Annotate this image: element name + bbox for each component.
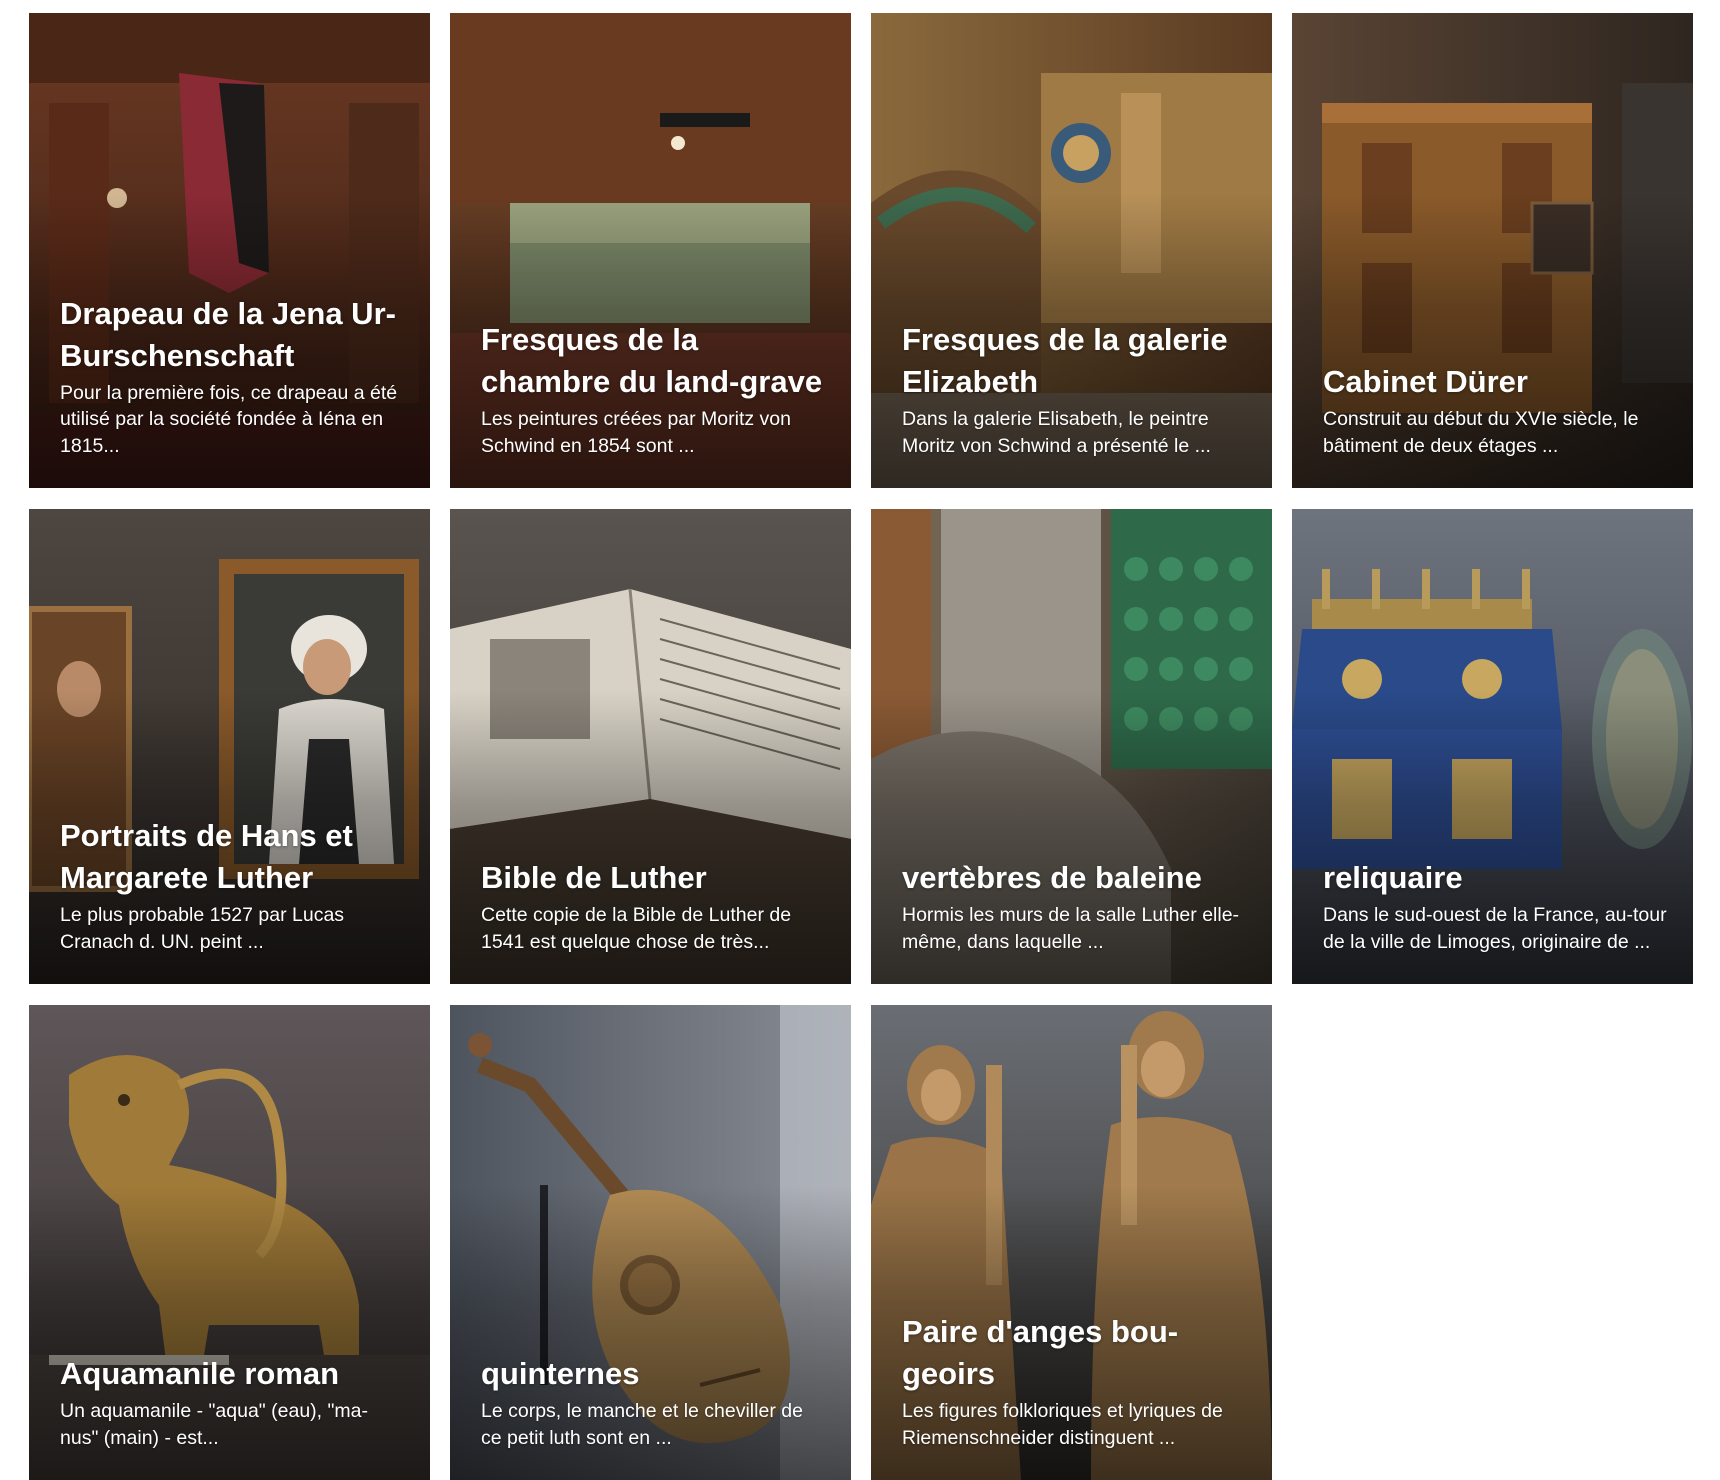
card-text: reliquaire Dans le sud-ouest de la Franc… [1323, 857, 1669, 955]
card-title: reliquaire [1323, 860, 1463, 895]
card-title: vertèbres de baleine [902, 860, 1202, 895]
collection-card[interactable]: reliquaire Dans le sud-ouest de la Franc… [1292, 509, 1693, 984]
card-text: Cabinet Dürer Construit au début du XVIe… [1323, 361, 1669, 459]
collection-card[interactable]: Aquamanile roman Un aquamanile - "aqua" … [29, 1005, 430, 1480]
card-title: Fresques de la chambre du land-grave [481, 322, 823, 399]
card-text: Bible de Luther Cette copie de la Bible … [481, 857, 827, 955]
card-excerpt: Cette copie de la Bible de Luther de 154… [481, 904, 792, 953]
card-excerpt: Le corps, le manche et le cheviller de c… [481, 1400, 803, 1449]
card-excerpt: Dans le sud-ouest de la France, au-tour … [1323, 904, 1667, 953]
card-excerpt: Les figures folkloriques et lyriques de … [902, 1400, 1223, 1449]
card-text: Aquamanile roman Un aquamanile - "aqua" … [60, 1353, 406, 1451]
collection-card[interactable]: Fresques de la galerie Elizabeth Dans la… [871, 13, 1272, 488]
collection-grid: Drapeau de la Jena Ur-Burschenschaft Pou… [29, 13, 1693, 1480]
card-text: quinternes Le corps, le manche et le che… [481, 1353, 827, 1451]
collection-card[interactable]: Paire d'anges bou-geoirs Les figures fol… [871, 1005, 1272, 1480]
card-text: Fresques de la galerie Elizabeth Dans la… [902, 319, 1248, 459]
card-text: Fresques de la chambre du land-grave Les… [481, 319, 827, 459]
collection-card[interactable]: Portraits de Hans et Margarete Luther Le… [29, 509, 430, 984]
card-text: Paire d'anges bou-geoirs Les figures fol… [902, 1311, 1248, 1451]
card-title: Cabinet Dürer [1323, 364, 1528, 399]
card-title: Bible de Luther [481, 860, 707, 895]
card-text: Portraits de Hans et Margarete Luther Le… [60, 815, 406, 955]
collection-card[interactable]: Fresques de la chambre du land-grave Les… [450, 13, 851, 488]
card-title: Portraits de Hans et Margarete Luther [60, 818, 353, 895]
collection-card[interactable]: Bible de Luther Cette copie de la Bible … [450, 509, 851, 984]
card-title: Fresques de la galerie Elizabeth [902, 322, 1228, 399]
card-excerpt: Dans la galerie Elisabeth, le peintre Mo… [902, 408, 1211, 457]
card-excerpt: Hormis les murs de la salle Luther elle-… [902, 904, 1240, 953]
card-text: vertèbres de baleine Hormis les murs de … [902, 857, 1248, 955]
card-excerpt: Les peintures créées par Moritz von Schw… [481, 408, 791, 457]
collection-card[interactable]: vertèbres de baleine Hormis les murs de … [871, 509, 1272, 984]
collection-card[interactable]: Drapeau de la Jena Ur-Burschenschaft Pou… [29, 13, 430, 488]
collection-card[interactable]: quinternes Le corps, le manche et le che… [450, 1005, 851, 1480]
card-text: Drapeau de la Jena Ur-Burschenschaft Pou… [60, 293, 406, 460]
card-title: Aquamanile roman [60, 1356, 340, 1391]
card-title: Drapeau de la Jena Ur-Burschenschaft [60, 295, 396, 373]
card-title: Paire d'anges bou-geoirs [902, 1314, 1179, 1391]
card-excerpt: Pour la première fois, ce drapeau a été … [60, 381, 398, 457]
collection-card[interactable]: Cabinet Dürer Construit au début du XVIe… [1292, 13, 1693, 488]
card-excerpt: Construit au début du XVIe siècle, le bâ… [1323, 408, 1639, 457]
card-excerpt: Le plus probable 1527 par Lucas Cranach … [60, 904, 345, 953]
card-title: quinternes [481, 1356, 640, 1391]
card-excerpt: Un aquamanile - "aqua" (eau), "ma-nus" (… [60, 1400, 369, 1449]
